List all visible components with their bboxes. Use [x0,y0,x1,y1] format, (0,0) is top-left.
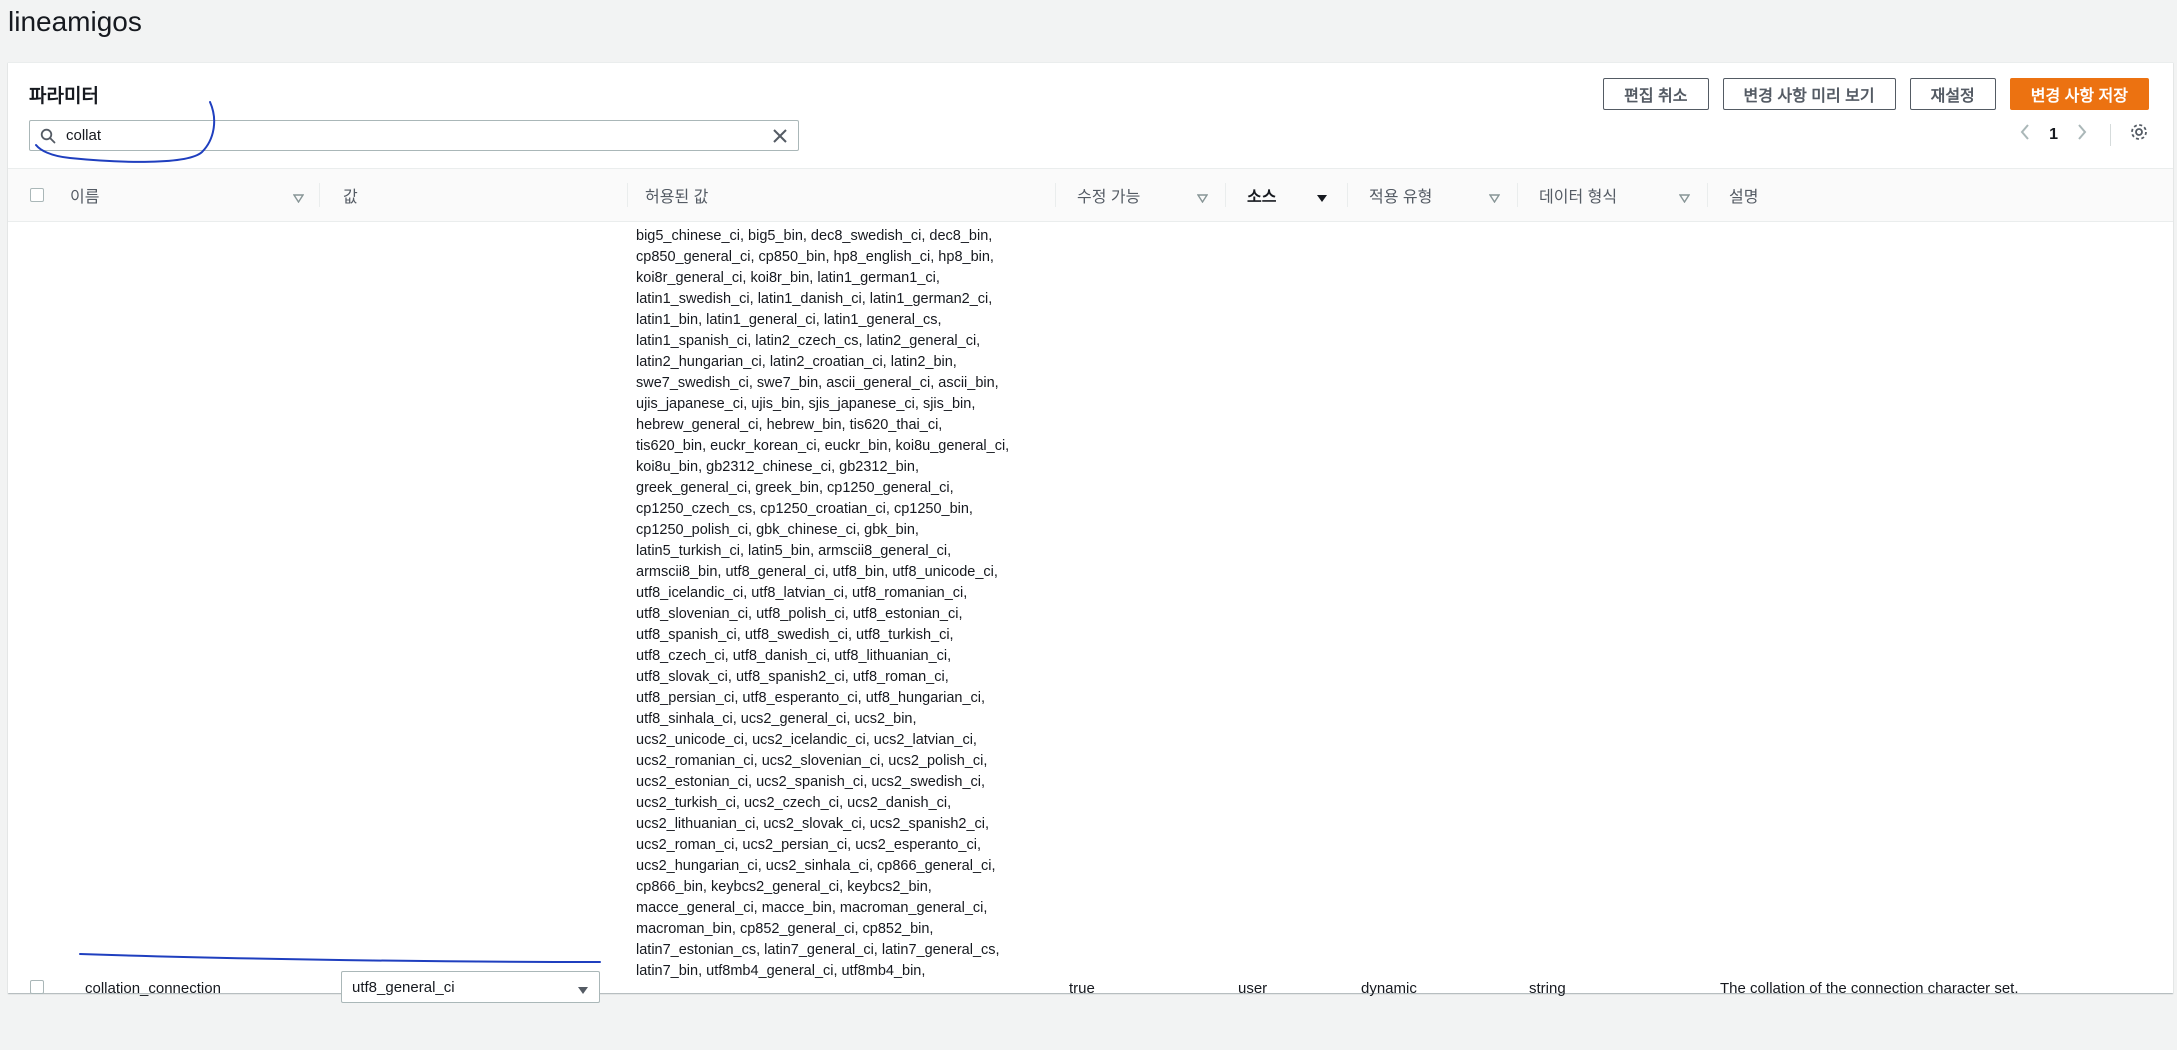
parameters-panel: 파라미터 편집 취소 변경 사항 미리 보기 재설정 변경 사항 저장 coll… [8,62,2173,1003]
column-name-label: 이름 [70,189,100,206]
column-description-label: 설명 [1729,189,1759,206]
column-name[interactable]: 이름 [63,169,320,221]
column-data-type[interactable]: 데이터 형식 [1518,169,1708,221]
modifiable-value: true [1069,980,1095,997]
source-value: user [1238,980,1268,997]
column-apply-type-label: 적용 유형 [1369,189,1433,206]
action-buttons: 편집 취소 변경 사항 미리 보기 재설정 변경 사항 저장 [1603,78,2149,110]
column-value[interactable]: 값 [320,169,628,221]
column-data-type-label: 데이터 형식 [1539,189,1618,206]
reset-button[interactable]: 재설정 [1909,78,1996,110]
chevron-left-icon[interactable] [2019,123,2031,146]
column-modifiable[interactable]: 수정 가능 [1056,169,1226,221]
pagination: 1 [2019,122,2149,147]
caret-down-icon [1488,190,1501,208]
search-icon [30,128,66,144]
parameter-name: collation_connection [85,980,221,997]
chevron-right-icon[interactable] [2076,123,2088,146]
row-select-cell [30,980,44,994]
search-value: collat [66,127,102,144]
value-select-text: utf8_general_ci [352,978,455,996]
save-changes-button[interactable]: 변경 사항 저장 [2009,78,2149,110]
column-source[interactable]: 소스 [1226,169,1348,221]
description-value: The collation of the connection characte… [1720,980,2019,997]
value-select[interactable]: utf8_general_ci [341,971,600,1003]
apply-type-value: dynamic [1361,980,1417,997]
page-title: lineamigos [8,6,142,37]
column-modifiable-label: 수정 가능 [1077,189,1141,206]
data-type-value: string [1529,980,1566,997]
caret-down-icon [1316,190,1328,208]
caret-down-icon [577,982,589,999]
gear-icon[interactable] [2129,122,2149,147]
close-icon[interactable] [762,128,798,144]
column-apply-type[interactable]: 적용 유형 [1348,169,1518,221]
page-number[interactable]: 1 [2049,126,2058,144]
select-all-checkbox[interactable] [30,188,44,202]
column-value-label: 값 [343,189,358,206]
search-input[interactable]: collat [29,120,799,151]
row-checkbox[interactable] [30,980,44,994]
column-allowed-values: 허용된 값 [628,169,1056,221]
cancel-edit-button[interactable]: 편집 취소 [1603,78,1709,110]
caret-down-icon [292,190,305,208]
panel-title: 파라미터 [29,86,99,107]
caret-down-icon [1196,190,1209,208]
allowed-values-cell: big5_chinese_ci, big5_bin, dec8_swedish_… [636,228,1010,979]
column-source-label: 소스 [1247,189,1277,206]
caret-down-icon [1678,190,1691,208]
table-row: big5_chinese_ci, big5_bin, dec8_swedish_… [8,220,2173,1050]
column-allowed-values-label: 허용된 값 [645,189,709,206]
preview-changes-button[interactable]: 변경 사항 미리 보기 [1722,78,1896,110]
column-description: 설명 [1708,169,2173,221]
table-header: 이름 값 허용된 값 수정 가능 소스 적용 유형 데이터 형식 설명 [8,168,2173,222]
pager-divider [2110,123,2111,146]
